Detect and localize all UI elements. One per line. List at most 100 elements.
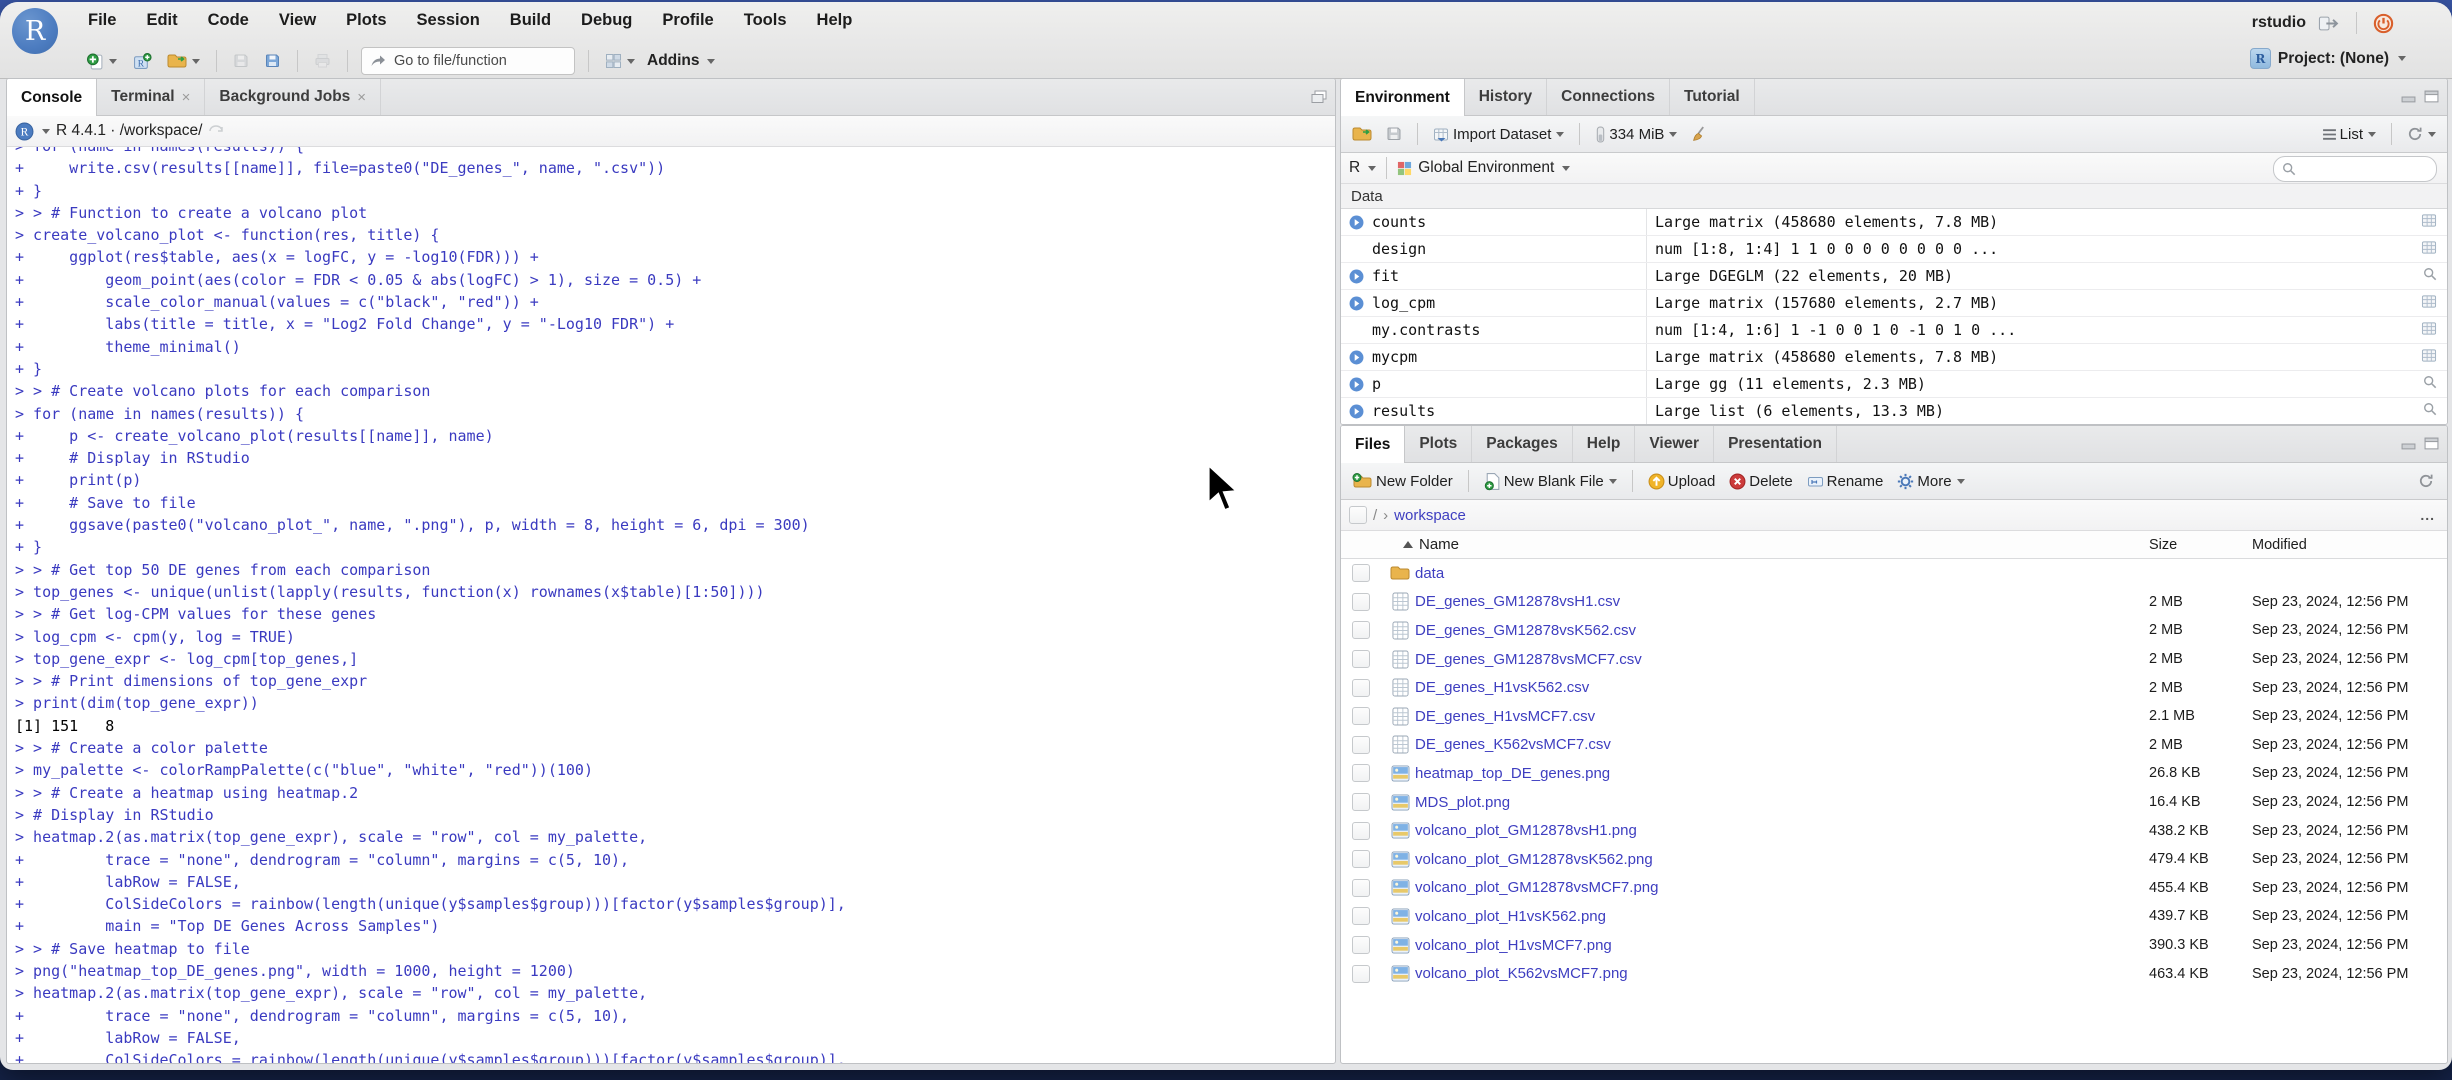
- file-checkbox[interactable]: [1352, 735, 1370, 754]
- files-tab-presentation[interactable]: Presentation: [1714, 426, 1837, 462]
- minimize-pane-icon[interactable]: [2401, 90, 2416, 103]
- menu-tools[interactable]: Tools: [744, 11, 787, 30]
- file-checkbox[interactable]: [1352, 621, 1370, 640]
- pane-layout-button[interactable]: [602, 51, 638, 71]
- console-tab-terminal[interactable]: Terminal ×: [97, 79, 206, 115]
- breadcrumb-workspace[interactable]: workspace: [1394, 507, 1466, 524]
- file-name-link[interactable]: DE_genes_H1vsMCF7.csv: [1415, 708, 2149, 725]
- env-row-results[interactable]: results Large list (6 elements, 13.3 MB): [1341, 398, 2447, 424]
- file-checkbox[interactable]: [1352, 850, 1370, 869]
- import-dataset-button[interactable]: Import Dataset: [1430, 124, 1567, 145]
- close-tab-icon[interactable]: ×: [182, 89, 191, 106]
- save-workspace-button[interactable]: [1383, 124, 1405, 144]
- menu-view[interactable]: View: [279, 11, 316, 30]
- refresh-files-button[interactable]: [2415, 471, 2437, 491]
- minimize-pane-icon[interactable]: [2401, 437, 2416, 450]
- file-checkbox[interactable]: [1352, 678, 1370, 697]
- r-version-icon[interactable]: R: [15, 122, 34, 141]
- column-header-size[interactable]: Size: [2149, 537, 2252, 553]
- expand-object-icon[interactable]: [1349, 404, 1364, 419]
- file-name-link[interactable]: volcano_plot_GM12878vsMCF7.png: [1415, 879, 2149, 896]
- maximize-pane-icon[interactable]: [2424, 437, 2439, 450]
- select-all-checkbox[interactable]: [1349, 506, 1367, 524]
- addins-button[interactable]: Addins: [647, 52, 715, 70]
- inspect-object-icon[interactable]: [2423, 267, 2437, 281]
- project-selector[interactable]: R Project: (None): [2249, 48, 2406, 69]
- refresh-environment-button[interactable]: [2404, 124, 2439, 144]
- menu-code[interactable]: Code: [208, 11, 249, 30]
- env-row-fit[interactable]: fit Large DGEGLM (22 elements, 20 MB): [1341, 263, 2447, 290]
- environment-tab-connections[interactable]: Connections: [1547, 79, 1671, 115]
- goto-file-input[interactable]: [392, 52, 546, 70]
- console-tab-background-jobs[interactable]: Background Jobs ×: [205, 79, 382, 115]
- env-row-mycpm[interactable]: mycpm Large matrix (458680 elements, 7.8 …: [1341, 344, 2447, 371]
- view-table-icon[interactable]: [2421, 294, 2437, 309]
- maximize-pane-icon[interactable]: [1311, 90, 1327, 104]
- path-more-button[interactable]: ...: [2420, 507, 2435, 523]
- env-row-p[interactable]: p Large gg (11 elements, 2.3 MB): [1341, 371, 2447, 398]
- print-button[interactable]: [311, 51, 334, 71]
- view-table-icon[interactable]: [2421, 213, 2437, 228]
- env-row-design[interactable]: design num [1:8, 1:4] 1 1 0 0 0 0 0 0 0 0…: [1341, 236, 2447, 263]
- file-checkbox[interactable]: [1352, 793, 1370, 812]
- new-folder-button[interactable]: New Folder: [1349, 471, 1456, 492]
- more-button[interactable]: More: [1894, 471, 1967, 492]
- expand-object-icon[interactable]: [1349, 269, 1364, 284]
- menu-help[interactable]: Help: [817, 11, 853, 30]
- env-row-log-cpm[interactable]: log_cpm Large matrix (157680 elements, 2.…: [1341, 290, 2447, 317]
- files-tab-packages[interactable]: Packages: [1472, 426, 1573, 462]
- file-checkbox[interactable]: [1352, 592, 1370, 611]
- open-file-button[interactable]: [164, 51, 203, 71]
- close-tab-icon[interactable]: ×: [357, 89, 366, 106]
- menu-plots[interactable]: Plots: [346, 11, 386, 30]
- file-checkbox[interactable]: [1352, 936, 1370, 955]
- menu-debug[interactable]: Debug: [581, 11, 632, 30]
- new-project-button[interactable]: R: [129, 51, 155, 72]
- file-name-link[interactable]: volcano_plot_H1vsMCF7.png: [1415, 937, 2149, 954]
- inspect-object-icon[interactable]: [2423, 402, 2437, 416]
- maximize-pane-icon[interactable]: [2424, 90, 2439, 103]
- save-all-button[interactable]: [261, 51, 284, 71]
- console-output[interactable]: > for (name in names(results)) {+ write.…: [7, 147, 1335, 1063]
- delete-button[interactable]: Delete: [1726, 471, 1795, 492]
- file-checkbox[interactable]: [1352, 878, 1370, 897]
- file-checkbox[interactable]: [1352, 650, 1370, 669]
- console-tab-console[interactable]: Console: [7, 79, 98, 116]
- files-tab-files[interactable]: Files: [1341, 426, 1406, 463]
- upload-button[interactable]: Upload: [1645, 471, 1719, 492]
- files-tab-help[interactable]: Help: [1573, 426, 1636, 462]
- file-name-link[interactable]: MDS_plot.png: [1415, 794, 2149, 811]
- expand-object-icon[interactable]: [1349, 350, 1364, 365]
- memory-usage-button[interactable]: 334 MiB: [1592, 124, 1680, 145]
- expand-object-icon[interactable]: [1349, 215, 1364, 230]
- view-table-icon[interactable]: [2421, 348, 2437, 363]
- menu-session[interactable]: Session: [417, 11, 480, 30]
- new-file-button[interactable]: [84, 51, 120, 72]
- expand-object-icon[interactable]: [1349, 296, 1364, 311]
- file-name-link[interactable]: DE_genes_GM12878vsK562.csv: [1415, 622, 2149, 639]
- clear-environment-button[interactable]: [1688, 124, 1711, 145]
- env-row-my-contrasts[interactable]: my.contrasts num [1:4, 1:6] 1 -1 0 0 1 0 …: [1341, 317, 2447, 344]
- column-header-name[interactable]: Name: [1341, 536, 2149, 553]
- file-name-link[interactable]: heatmap_top_DE_genes.png: [1415, 765, 2149, 782]
- environment-search-input[interactable]: [2301, 160, 2410, 178]
- new-blank-file-button[interactable]: New Blank File: [1481, 470, 1620, 493]
- file-checkbox[interactable]: [1352, 821, 1370, 840]
- load-workspace-button[interactable]: [1349, 124, 1375, 144]
- file-checkbox[interactable]: [1352, 907, 1370, 926]
- file-name-link[interactable]: DE_genes_GM12878vsMCF7.csv: [1415, 651, 2149, 668]
- file-name-link[interactable]: volcano_plot_H1vsK562.png: [1415, 908, 2149, 925]
- rename-button[interactable]: Rename: [1804, 471, 1887, 492]
- menu-build[interactable]: Build: [510, 11, 551, 30]
- file-checkbox[interactable]: [1352, 964, 1370, 983]
- environment-tab-environment[interactable]: Environment: [1341, 79, 1465, 116]
- menu-edit[interactable]: Edit: [146, 11, 177, 30]
- file-name-link[interactable]: volcano_plot_K562vsMCF7.png: [1415, 965, 2149, 982]
- file-name-link[interactable]: DE_genes_K562vsMCF7.csv: [1415, 736, 2149, 753]
- files-tab-viewer[interactable]: Viewer: [1635, 426, 1715, 462]
- file-checkbox[interactable]: [1352, 764, 1370, 783]
- file-name-link[interactable]: data: [1415, 565, 2149, 582]
- file-checkbox[interactable]: [1352, 707, 1370, 726]
- file-name-link[interactable]: volcano_plot_GM12878vsH1.png: [1415, 822, 2149, 839]
- environment-tab-history[interactable]: History: [1465, 79, 1548, 115]
